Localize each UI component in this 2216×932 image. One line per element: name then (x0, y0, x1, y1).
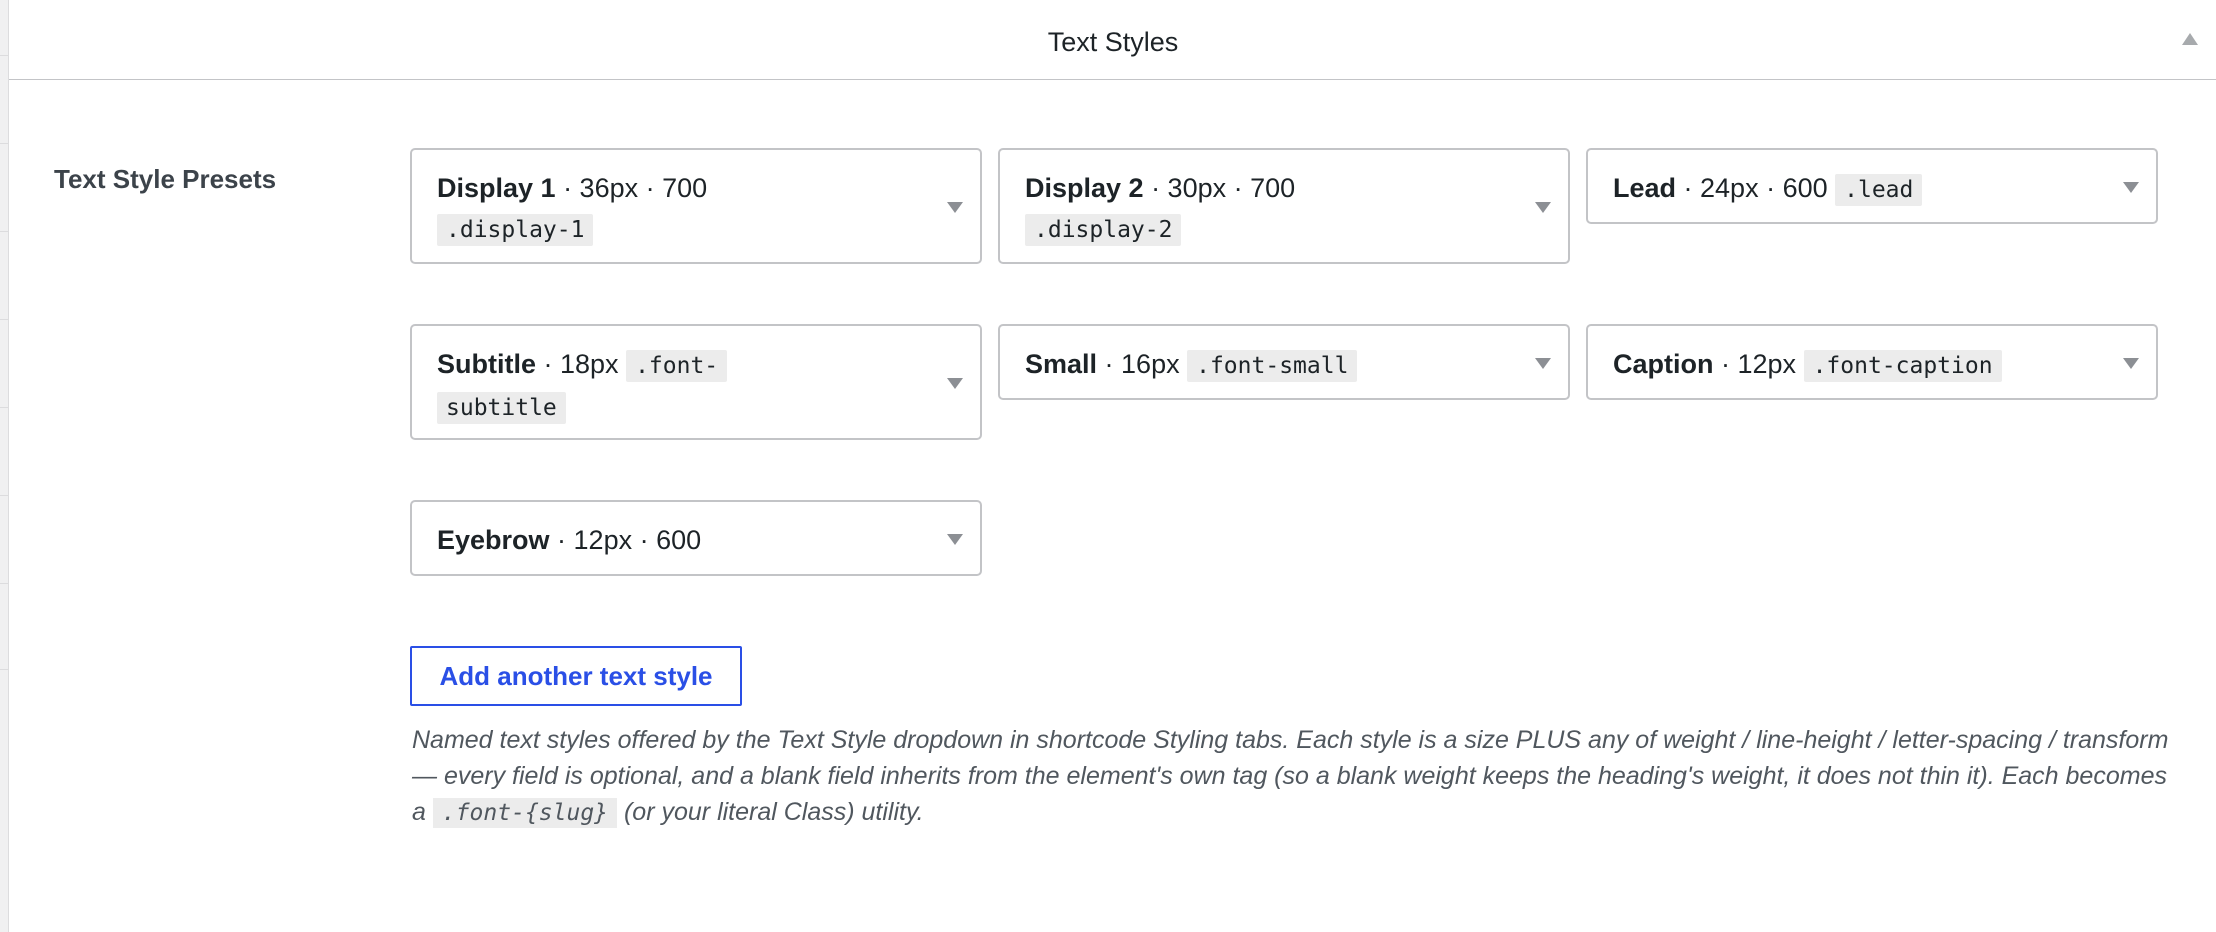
preset-name: Lead (1613, 173, 1677, 203)
preset-name: Display 2 (1025, 173, 1144, 203)
preset-select-display-1[interactable]: Display 1 · 36px · 700 .display-1 (410, 148, 982, 264)
preset-select-caption[interactable]: Caption · 12px .font-caption (1586, 324, 2158, 400)
preset-select-eyebrow[interactable]: Eyebrow · 12px · 600 (410, 500, 982, 576)
preset-meta: · 36px · 700 (555, 173, 708, 203)
left-gutter (0, 0, 8, 670)
chevron-down-icon (947, 202, 963, 213)
panel-header[interactable]: Text Styles (9, 0, 2216, 80)
preset-name: Small (1025, 349, 1098, 379)
preset-class-part: .font- (626, 350, 728, 382)
gutter-divider (0, 669, 8, 670)
gutter-divider (0, 407, 8, 408)
preset-meta: · 12px (1713, 349, 1797, 379)
preset-meta: · 12px · 600 (549, 525, 702, 555)
help-text: Named text styles offered by the Text St… (412, 722, 2172, 831)
gutter-divider (0, 319, 8, 320)
preset-name: Caption (1613, 349, 1714, 379)
preset-select-subtitle[interactable]: Subtitle · 18px .font- subtitle (410, 324, 982, 440)
chevron-down-icon (1535, 202, 1551, 213)
preset-meta: · 16px (1097, 349, 1180, 379)
panel-title: Text Styles (1047, 27, 1179, 57)
preset-name: Subtitle (437, 349, 536, 379)
gutter-divider (0, 495, 8, 496)
chevron-down-icon (2123, 358, 2139, 369)
help-text-part: (or your literal Class) utility. (623, 798, 924, 826)
preset-name: Eyebrow (437, 525, 550, 555)
preset-name: Display 1 (437, 173, 556, 203)
preset-meta: · 18px (536, 349, 619, 379)
chevron-down-icon (1535, 358, 1551, 369)
preset-class: .display-1 (437, 214, 594, 246)
chevron-down-icon (947, 378, 963, 389)
preset-select-display-2[interactable]: Display 2 · 30px · 700 .display-2 (998, 148, 1570, 264)
triangle-up-icon (2182, 33, 2198, 45)
field-label: Text Style Presets (54, 164, 277, 194)
preset-class: .lead (1835, 174, 1923, 206)
chevron-down-icon (947, 534, 963, 545)
help-code: .font-{slug} (432, 798, 618, 828)
gutter-divider (0, 143, 8, 144)
gutter-divider (0, 583, 8, 584)
preset-select-lead[interactable]: Lead · 24px · 600 .lead (1586, 148, 2158, 224)
gutter-divider (0, 231, 8, 232)
preset-class-part: subtitle (437, 392, 566, 424)
chevron-down-icon (2123, 182, 2139, 193)
add-text-style-button[interactable]: Add another text style (410, 646, 742, 706)
preset-meta: · 24px · 600 (1676, 173, 1828, 203)
gutter-divider (0, 55, 8, 56)
preset-meta: · 30px · 700 (1143, 173, 1296, 203)
preset-class: .display-2 (1025, 214, 1182, 246)
preset-class: .font-small (1187, 350, 1358, 382)
preset-class: .font-caption (1803, 350, 2002, 382)
preset-select-small[interactable]: Small · 16px .font-small (998, 324, 1570, 400)
collapse-toggle[interactable] (2177, 28, 2203, 50)
